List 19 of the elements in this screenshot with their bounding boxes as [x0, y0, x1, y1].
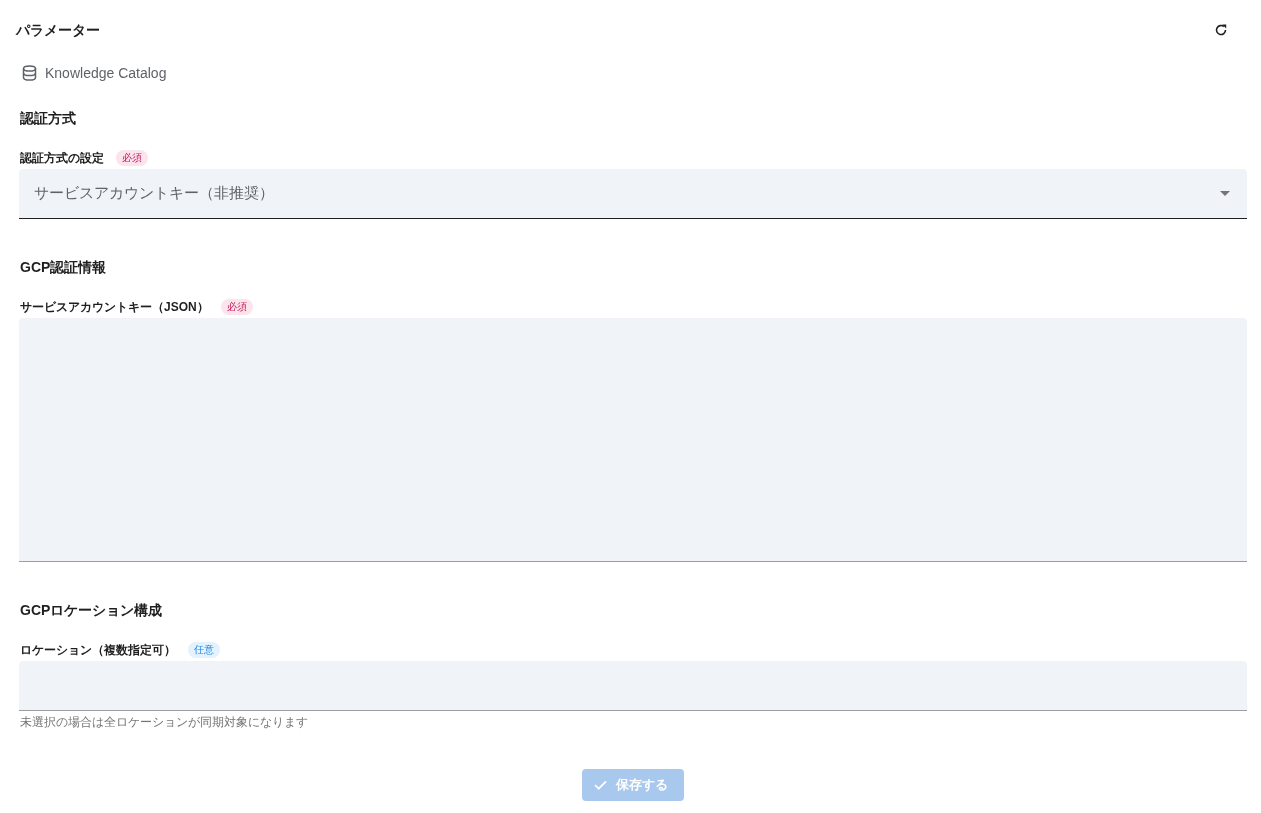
section-title: GCPロケーション構成 — [20, 601, 163, 620]
caret-icon — [1220, 191, 1230, 196]
required-badge: 必須 — [116, 150, 148, 166]
section-title: 認証方式 — [20, 109, 76, 128]
section-title: GCP認証情報 — [20, 258, 107, 277]
helper-text: 未選択の場合は全ロケーションが同期対象になります — [20, 715, 308, 729]
page-title: パラメーター — [16, 21, 100, 40]
database-icon — [22, 65, 37, 81]
refresh-icon[interactable] — [1214, 23, 1228, 37]
select-field[interactable]: サービスアカウントキー（非推奨） — [19, 169, 1247, 219]
field-label: 認証方式の設定 — [20, 150, 104, 166]
optional-badge: 任意 — [188, 642, 220, 658]
textarea-field[interactable] — [19, 318, 1247, 562]
connector-name: Knowledge Catalog — [45, 64, 167, 83]
input-field[interactable] — [19, 661, 1247, 711]
check-icon — [594, 780, 607, 790]
field-label: ロケーション（複数指定可） — [20, 642, 176, 658]
field-label: サービスアカウントキー（JSON） — [20, 299, 209, 315]
required-badge: 必須 — [220, 299, 253, 315]
